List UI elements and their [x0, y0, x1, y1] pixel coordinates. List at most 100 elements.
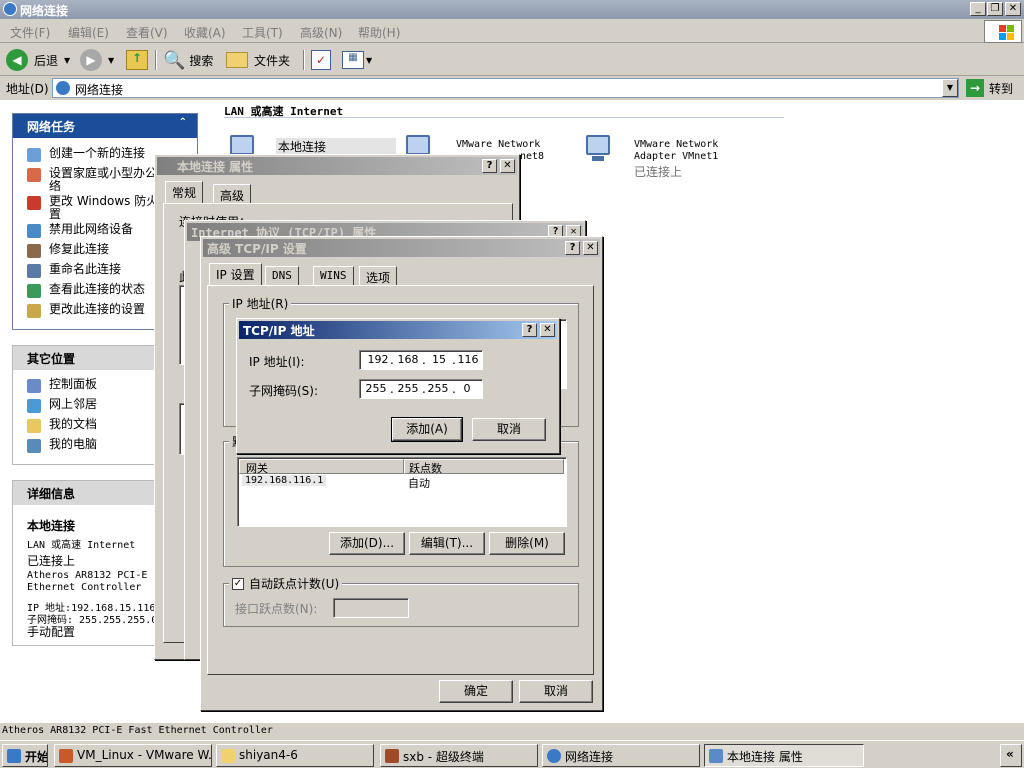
auto-metric-checkbox[interactable]: ✓ — [232, 577, 244, 590]
up-folder-icon: ↑ — [126, 50, 148, 70]
network-tasks-header[interactable]: 网络任务 ⌃ — [13, 114, 197, 138]
search-button[interactable]: 🔍 搜索 — [163, 48, 213, 72]
place-my-documents[interactable]: 我的文档 — [27, 418, 97, 433]
ip-octet-3[interactable]: 15 — [428, 353, 450, 366]
properties-button[interactable]: ✓ — [311, 48, 331, 72]
details-type: LAN 或高速 Internet — [27, 540, 136, 551]
ip-octet-4[interactable]: 116 — [456, 353, 480, 366]
mask-octet-3[interactable]: 255 — [426, 382, 450, 395]
place-my-computer[interactable]: 我的电脑 — [27, 438, 97, 453]
close-button[interactable]: ✕ — [540, 323, 555, 337]
folders-button[interactable]: 文件夹 — [226, 48, 290, 72]
menu-help[interactable]: 帮助(H) — [358, 24, 400, 41]
address-input[interactable]: 网络连接 ▼ — [52, 78, 959, 98]
go-button[interactable]: → 转到 — [966, 78, 1013, 98]
gateway-cell[interactable]: 192.168.116.1 — [242, 475, 327, 486]
forward-button[interactable]: ▶ ▼ — [80, 48, 114, 72]
dialog-titlebar[interactable]: TCP/IP 地址 ? ✕ — [239, 321, 557, 339]
windows-logo-icon — [984, 20, 1022, 43]
ip-octet-1[interactable]: 192 — [366, 353, 390, 366]
close-button[interactable]: ✕ — [500, 159, 515, 173]
dialog-titlebar[interactable]: 高级 TCP/IP 设置 ? ✕ — [203, 239, 600, 257]
go-arrow-icon: → — [966, 79, 984, 97]
menu-tools[interactable]: 工具(T) — [242, 24, 283, 41]
add-gateway-button[interactable]: 添加(D)... — [329, 532, 405, 555]
cancel-button[interactable]: 取消 — [472, 418, 546, 441]
tab-general[interactable]: 常规 — [165, 181, 204, 203]
interface-metric-label: 接口跃点数(N): — [235, 602, 318, 616]
menu-favorites[interactable]: 收藏(A) — [184, 24, 226, 41]
repair-icon — [27, 244, 41, 258]
connection-vmnet1[interactable]: VMware Network Adapter VMnet1 已连接上 — [582, 135, 762, 183]
task-firewall[interactable]: 更改 Windows 防火置 — [27, 195, 158, 221]
cancel-button[interactable]: 取消 — [519, 680, 593, 703]
close-button[interactable]: ✕ — [583, 241, 598, 255]
menu-edit[interactable]: 编辑(E) — [68, 24, 109, 41]
metric-cell: 自动 — [408, 477, 430, 490]
help-button[interactable]: ? — [565, 241, 580, 255]
mask-octet-2[interactable]: 255 — [396, 382, 420, 395]
edit-gateway-button[interactable]: 编辑(T)... — [409, 532, 485, 555]
back-arrow-icon: ◀ — [6, 49, 28, 71]
collapse-icon[interactable]: ⌃ — [179, 117, 187, 128]
ok-button[interactable]: 确定 — [439, 680, 513, 703]
gateway-list[interactable]: 网关 跃点数 192.168.116.1 自动 — [237, 457, 567, 527]
minimize-button[interactable]: _ — [970, 2, 986, 16]
ip-octet-2[interactable]: 168 — [396, 353, 420, 366]
taskbar-item-folder[interactable]: shiyan4-6 — [216, 744, 374, 767]
tab-dns[interactable]: DNS — [265, 266, 299, 286]
task-repair[interactable]: 修复此连接 — [27, 243, 109, 258]
add-button[interactable]: 添加(A) — [391, 417, 463, 442]
gateway-column-header[interactable]: 网关 — [239, 459, 404, 475]
back-button[interactable]: ◀ 后退 ▼ — [6, 48, 70, 72]
menu-advanced[interactable]: 高级(N) — [300, 24, 342, 41]
details-name: 本地连接 — [27, 519, 76, 533]
place-control-panel[interactable]: 控制面板 — [27, 378, 97, 393]
up-folder-button[interactable]: ↑ — [126, 48, 148, 72]
tab-wins[interactable]: WINS — [313, 266, 354, 286]
close-button[interactable]: ✕ — [1005, 2, 1021, 16]
taskbar-item-network[interactable]: 网络连接 — [542, 744, 700, 767]
folders-icon — [226, 52, 248, 68]
task-disable-device[interactable]: 禁用此网络设备 — [27, 223, 133, 238]
toolbar: ◀ 后退 ▼ ▶ ▼ ↑ 🔍 搜索 文件夹 ✓ ▦ ▼ — [0, 44, 1024, 76]
metric-column-header[interactable]: 跃点数 — [404, 459, 564, 475]
taskbar-item-hyperterminal[interactable]: sxb - 超级终端 — [380, 744, 538, 767]
help-button[interactable]: ? — [482, 159, 497, 173]
forward-dropdown-icon[interactable]: ▼ — [108, 56, 114, 65]
window-titlebar[interactable]: 网络连接 _ ❐ ✕ — [0, 0, 1024, 19]
back-dropdown-icon[interactable]: ▼ — [64, 56, 70, 65]
restore-button[interactable]: ❐ — [987, 2, 1003, 16]
interface-metric-input[interactable] — [333, 598, 409, 618]
start-button[interactable]: 开始 — [2, 744, 48, 767]
place-network-neighborhood[interactable]: 网上邻居 — [27, 398, 97, 413]
task-rename[interactable]: 重命名此连接 — [27, 263, 121, 278]
new-connection-icon — [27, 148, 41, 162]
task-home-network[interactable]: 设置家庭或小型办公络 — [27, 167, 157, 193]
menu-view[interactable]: 查看(V) — [126, 24, 168, 41]
tab-ip-settings[interactable]: IP 设置 — [209, 263, 262, 285]
subnet-mask-input[interactable]: 255 . 255 . 255 . 0 — [359, 379, 483, 399]
ip-address-input[interactable]: 192 . 168 . 15 . 116 — [359, 350, 483, 370]
tab-advanced[interactable]: 高级 — [213, 184, 252, 204]
task-change-settings[interactable]: 更改此连接的设置 — [27, 303, 145, 318]
address-dropdown-button[interactable]: ▼ — [942, 79, 958, 97]
auto-metric-checkbox-row[interactable]: ✓ 自动跃点计数(U) — [229, 575, 343, 592]
task-create-connection[interactable]: 创建一个新的连接 — [27, 147, 145, 162]
task-view-status[interactable]: 查看此连接的状态 — [27, 283, 145, 298]
mask-octet-4[interactable]: 0 — [456, 382, 478, 395]
folder-icon — [221, 749, 235, 763]
network-folder-icon — [547, 749, 561, 763]
mask-octet-1[interactable]: 255 — [364, 382, 388, 395]
dialog-titlebar[interactable]: 本地连接 属性 ? ✕ — [157, 157, 517, 175]
help-button[interactable]: ? — [522, 323, 537, 337]
show-tray-button[interactable]: « — [1000, 744, 1022, 767]
views-button[interactable]: ▦ ▼ — [342, 48, 372, 72]
auto-metric-label: 自动跃点计数(U) — [249, 577, 340, 591]
dialog-title: TCP/IP 地址 — [243, 324, 315, 338]
taskbar-item-vmware[interactable]: VM_Linux - VMware W... — [54, 744, 212, 767]
tab-options[interactable]: 选项 — [359, 266, 398, 286]
menu-file[interactable]: 文件(F) — [10, 24, 50, 41]
delete-gateway-button[interactable]: 删除(M) — [489, 532, 565, 555]
taskbar-item-properties[interactable]: 本地连接 属性 — [704, 744, 864, 767]
